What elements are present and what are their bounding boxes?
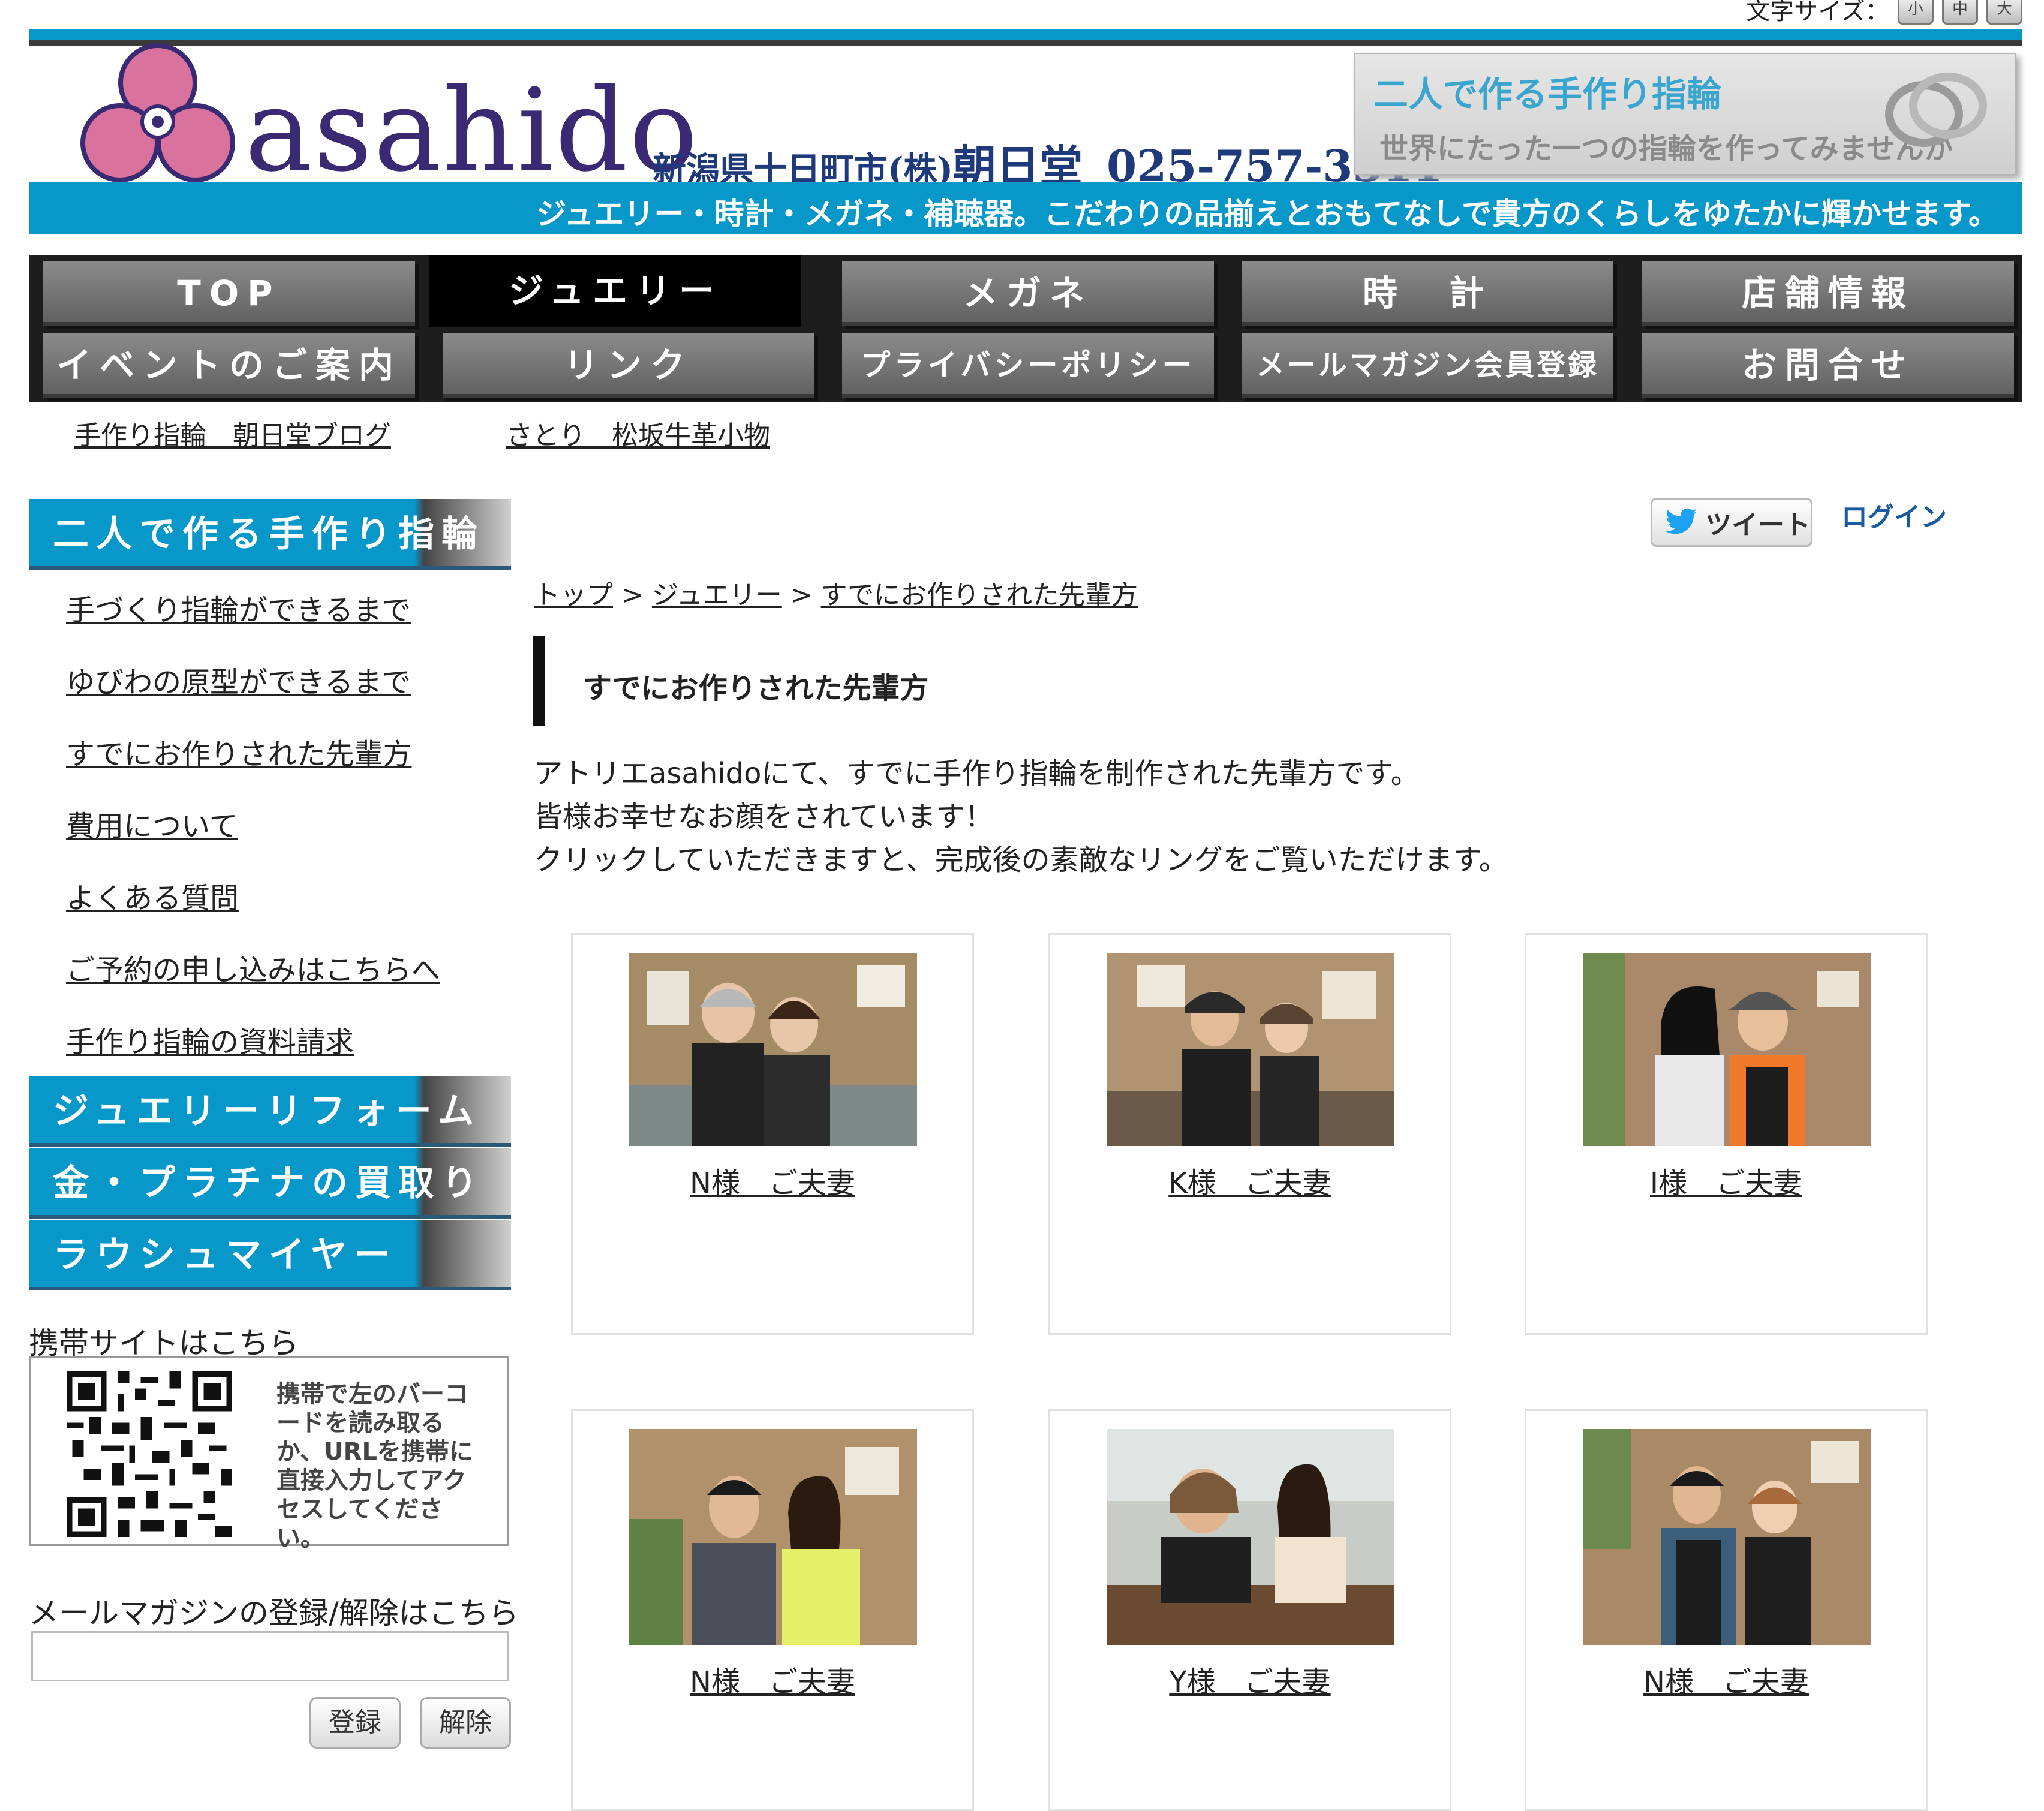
sidebar-link-seniors[interactable]: すでにお作りされた先輩方 [66, 730, 411, 772]
rings-icon [1885, 73, 1987, 147]
page-title-accent-bar [533, 636, 545, 726]
tagline-bar: ジュエリー・時計・メガネ・補聴器。こだわりの品揃えとおもてなしで貴方のくらしをゆ… [29, 182, 2022, 234]
couple-name-link[interactable]: Y様 ご夫妻 [1050, 1658, 1450, 1700]
breadcrumb-jewelry[interactable]: ジュエリー [652, 580, 782, 610]
couple-photo[interactable] [629, 1429, 917, 1645]
sidebar-heading-handmade-ring[interactable]: 二人で作る手作り指輪 [29, 499, 511, 570]
sidebar-heading-rauschmayer[interactable]: ラウシュマイヤー [29, 1220, 511, 1290]
mobile-site-instructions: 携帯で左のバーコードを読み取るか、URLを携帯に直接入力してアクセスしてください… [276, 1380, 473, 1552]
breadcrumb-top[interactable]: トップ [534, 580, 613, 610]
font-size-label: 文字サイズ： [1746, 0, 1889, 25]
mobile-site-box: 携帯で左のバーコードを読み取るか、URLを携帯に直接入力してアクセスしてください… [29, 1356, 509, 1552]
login-link[interactable]: ログイン [1841, 495, 1947, 534]
banner-title: 二人で作る手作り指輪 [1373, 74, 1722, 115]
header-top-line [29, 40, 2022, 46]
sidebar-link-reservation[interactable]: ご予約の申し込みはこちらへ [66, 946, 440, 988]
nav-top[interactable]: TOP [43, 261, 415, 326]
breadcrumb-separator: > [790, 580, 813, 610]
header-top-bar [29, 29, 2022, 40]
sidebar-heading-gold-platinum[interactable]: 金・プラチナの買取り [29, 1148, 511, 1219]
mail-magazine-email-input[interactable] [31, 1631, 509, 1681]
sub-links: 手作り指輪 朝日堂ブログ さとり 松坂牛革小物 [74, 414, 885, 452]
couple-photo[interactable] [1107, 1429, 1394, 1645]
nav-contact[interactable]: お問合せ [1642, 333, 2014, 398]
mail-magazine-label: メールマガジンの登録/解除はこちら [29, 1596, 519, 1630]
nav-jewelry[interactable]: ジュエリー [429, 255, 801, 327]
nav-mail-magazine[interactable]: メールマガジン会員登録 [1242, 333, 1613, 398]
tweet-button[interactable]: ツイート [1651, 498, 1812, 547]
couple-photo[interactable] [1583, 1429, 1871, 1645]
logo-wordmark[interactable]: asahido [245, 71, 699, 191]
handmade-ring-banner[interactable]: 二人で作る手作り指輪 世界にたった一つの指輪を作ってみませんか [1354, 53, 2016, 175]
twitter-bird-icon [1665, 508, 1697, 534]
tweet-label: ツイート [1705, 510, 1811, 540]
flower-logo-icon[interactable] [77, 41, 239, 191]
font-size-small-button[interactable]: 小 [1898, 0, 1934, 25]
sublink-satori[interactable]: さとり 松坂牛革小物 [506, 420, 770, 451]
intro-line: クリックしていただきますと、完成後の素敵なリングをご覧いただけます。 [534, 843, 1508, 877]
mail-unregister-button[interactable]: 解除 [420, 1697, 511, 1749]
site-header: asahido 新潟県十日町市(株)朝日堂 025-757-3311 二人で作る手… [29, 29, 2022, 234]
intro-line: 皆様お幸せなお顔をされています！ [534, 800, 994, 834]
sidebar-link-brochure[interactable]: 手作り指輪の資料請求 [66, 1018, 354, 1060]
font-size-medium-button[interactable]: 中 [1942, 0, 1978, 25]
banner-subtitle: 世界にたった一つの指輪を作ってみませんか [1379, 132, 1953, 166]
couple-photo[interactable] [1107, 953, 1394, 1146]
couple-name-link[interactable]: N様 ご夫妻 [1526, 1658, 1926, 1700]
sidebar-link-cost[interactable]: 費用について [66, 802, 238, 844]
font-size-large-button[interactable]: 大 [1986, 0, 2022, 25]
couple-name-link[interactable]: N様 ご夫妻 [573, 1658, 972, 1700]
sidebar-link-faq[interactable]: よくある質問 [66, 874, 239, 916]
couple-card[interactable]: K様 ご夫妻 [1048, 933, 1451, 1335]
nav-watches[interactable]: 時 計 [1242, 261, 1613, 326]
main-nav: TOP ジュエリー メガネ 時 計 店舗情報 イベントのご案内 リンク プライバ… [29, 255, 2022, 402]
couple-card[interactable]: N様 ご夫妻 [571, 933, 974, 1335]
font-size-widget: 文字サイズ： 小 中 大 [1746, 0, 2022, 26]
couple-card[interactable]: I様 ご夫妻 [1525, 933, 1928, 1335]
tagline: ジュエリー・時計・メガネ・補聴器。こだわりの品揃えとおもてなしで貴方のくらしをゆ… [536, 197, 1998, 231]
sublink-blog[interactable]: 手作り指輪 朝日堂ブログ [74, 420, 391, 451]
breadcrumb-current[interactable]: すでにお作りされた先輩方 [821, 580, 1138, 610]
breadcrumb-separator: > [621, 580, 644, 610]
couple-photo[interactable] [1583, 953, 1871, 1146]
page-intro: アトリエasahidoにて、すでに手作り指輪を制作された先輩方です。 皆様お幸せ… [534, 752, 1508, 882]
sidebar-link-process[interactable]: 手づくり指輪ができるまで [66, 586, 411, 628]
nav-events[interactable]: イベントのご案内 [43, 333, 415, 398]
sidebar-link-prototype[interactable]: ゆびわの原型ができるまで [66, 658, 411, 700]
nav-glasses[interactable]: メガネ [842, 261, 1214, 326]
intro-line: アトリエasahidoにて、すでに手作り指輪を制作された先輩方です。 [534, 757, 1420, 790]
mail-register-button[interactable]: 登録 [309, 1697, 401, 1749]
nav-privacy-policy[interactable]: プライバシーポリシー [842, 333, 1214, 398]
nav-links[interactable]: リンク [443, 333, 814, 398]
page-title: すでにお作りされた先輩方 [583, 672, 929, 705]
couple-name-link[interactable]: N様 ご夫妻 [573, 1159, 972, 1201]
couple-name-link[interactable]: I様 ご夫妻 [1526, 1159, 1926, 1201]
couple-name-link[interactable]: K様 ご夫妻 [1050, 1159, 1450, 1201]
breadcrumb: トップ > ジュエリー > すでにお作りされた先輩方 [534, 573, 1138, 612]
nav-store-info[interactable]: 店舗情報 [1642, 261, 2014, 326]
sidebar-heading-jewelry-reform[interactable]: ジュエリーリフォーム [29, 1076, 511, 1147]
couple-photo[interactable] [629, 953, 917, 1146]
qr-code-icon [67, 1371, 232, 1537]
